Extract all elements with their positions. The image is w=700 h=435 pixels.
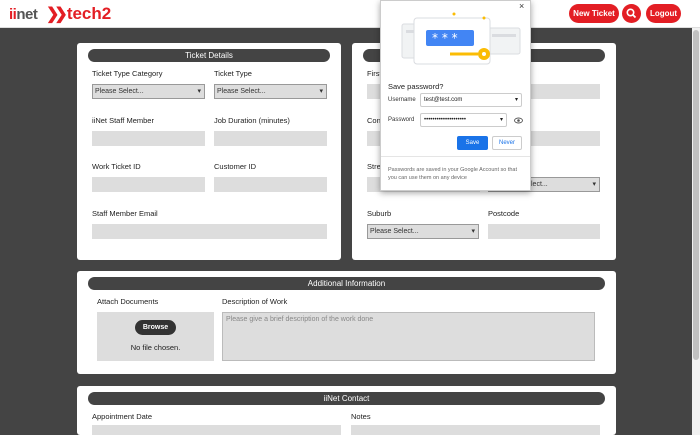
svg-text:* * *: * * * — [432, 31, 458, 45]
work-ticket-id-label: Work Ticket ID — [92, 162, 141, 171]
postcode-field[interactable] — [488, 224, 600, 239]
show-password-eye-icon[interactable] — [514, 116, 523, 127]
password-select[interactable]: •••••••••••••••••••• ▾ — [420, 113, 507, 127]
ticket-type-category-label: Ticket Type Category — [92, 69, 163, 78]
ticket-type-value: Please Select... — [217, 88, 266, 95]
customer-id-field[interactable] — [214, 177, 327, 192]
save-password-button[interactable]: Save — [457, 136, 488, 150]
never-save-button[interactable]: Never — [492, 136, 522, 150]
password-label: Password — [388, 117, 415, 123]
staff-member-label: iiNet Staff Member — [92, 116, 154, 125]
chevron-down-icon: ▾ — [471, 228, 475, 235]
street-label: Stre — [367, 162, 381, 171]
description-label: Description of Work — [222, 297, 288, 306]
staff-email-field[interactable] — [92, 224, 327, 239]
job-duration-label: Job Duration (minutes) — [214, 116, 290, 125]
appointment-date-label: Appointment Date — [92, 412, 153, 421]
suburb-select[interactable]: Please Select... ▾ — [367, 224, 479, 239]
chevron-down-icon: ▾ — [319, 88, 323, 95]
tech2-logo[interactable]: ❯❯ tech2 — [46, 4, 111, 24]
staff-email-label: Staff Member Email — [92, 209, 158, 218]
app-header: iinet ❯❯ tech2 New Ticket Logout — [0, 0, 700, 28]
search-button[interactable] — [622, 4, 641, 23]
iinet-logo[interactable]: iinet — [9, 6, 38, 23]
staff-member-field[interactable] — [92, 131, 205, 146]
contact-label: Con — [367, 116, 381, 125]
chevron-down-icon: ▾ — [514, 97, 518, 103]
username-value: test@test.com — [424, 97, 463, 103]
notes-label: Notes — [351, 412, 371, 421]
appointment-date-field[interactable] — [92, 425, 341, 435]
ticket-type-select[interactable]: Please Select... ▾ — [214, 84, 327, 99]
username-select[interactable]: test@test.com ▾ — [420, 93, 522, 107]
ticket-details-heading: Ticket Details — [88, 49, 330, 62]
work-ticket-id-field[interactable] — [92, 177, 205, 192]
no-file-text: No file chosen. — [130, 343, 181, 352]
double-chevron-icon: ❯❯ — [46, 6, 68, 23]
suburb-value: Please Select... — [370, 228, 419, 235]
save-password-title: Save password? — [388, 82, 444, 91]
suburb-label: Suburb — [367, 209, 392, 218]
ticket-type-category-value: Please Select... — [95, 88, 144, 95]
chevron-down-icon: ▾ — [592, 181, 596, 188]
google-account-note: Passwords are saved in your Google Accou… — [388, 167, 518, 181]
logout-button[interactable]: Logout — [646, 4, 681, 23]
notes-field[interactable] — [351, 425, 600, 435]
description-textarea[interactable]: Please give a brief description of the w… — [222, 312, 595, 361]
password-value: •••••••••••••••••••• — [424, 117, 467, 123]
logo-part-net: net — [16, 6, 38, 23]
job-duration-field[interactable] — [214, 131, 327, 146]
customer-id-label: Customer ID — [214, 162, 257, 171]
browse-button[interactable]: Browse — [135, 320, 176, 335]
dialog-divider — [381, 156, 530, 157]
chevron-down-icon: ▾ — [499, 117, 503, 123]
logo-text-tech2: tech2 — [66, 4, 112, 23]
postcode-label: Postcode — [488, 209, 520, 218]
iinet-contact-heading: iiNet Contact — [88, 392, 605, 405]
ticket-type-category-select[interactable]: Please Select... ▾ — [92, 84, 205, 99]
search-icon — [626, 8, 637, 19]
state-value: lect... — [531, 181, 548, 188]
username-label: Username — [388, 97, 416, 103]
password-key-illustration-icon: * * * — [401, 12, 521, 65]
new-ticket-button[interactable]: New Ticket — [569, 4, 619, 23]
additional-info-heading: Additional Information — [88, 277, 605, 290]
chevron-down-icon: ▾ — [197, 88, 201, 95]
scrollbar-thumb[interactable] — [693, 30, 699, 360]
attach-documents-label: Attach Documents — [97, 297, 159, 306]
ticket-type-label: Ticket Type — [214, 69, 252, 78]
close-dialog-button[interactable]: × — [519, 1, 524, 11]
